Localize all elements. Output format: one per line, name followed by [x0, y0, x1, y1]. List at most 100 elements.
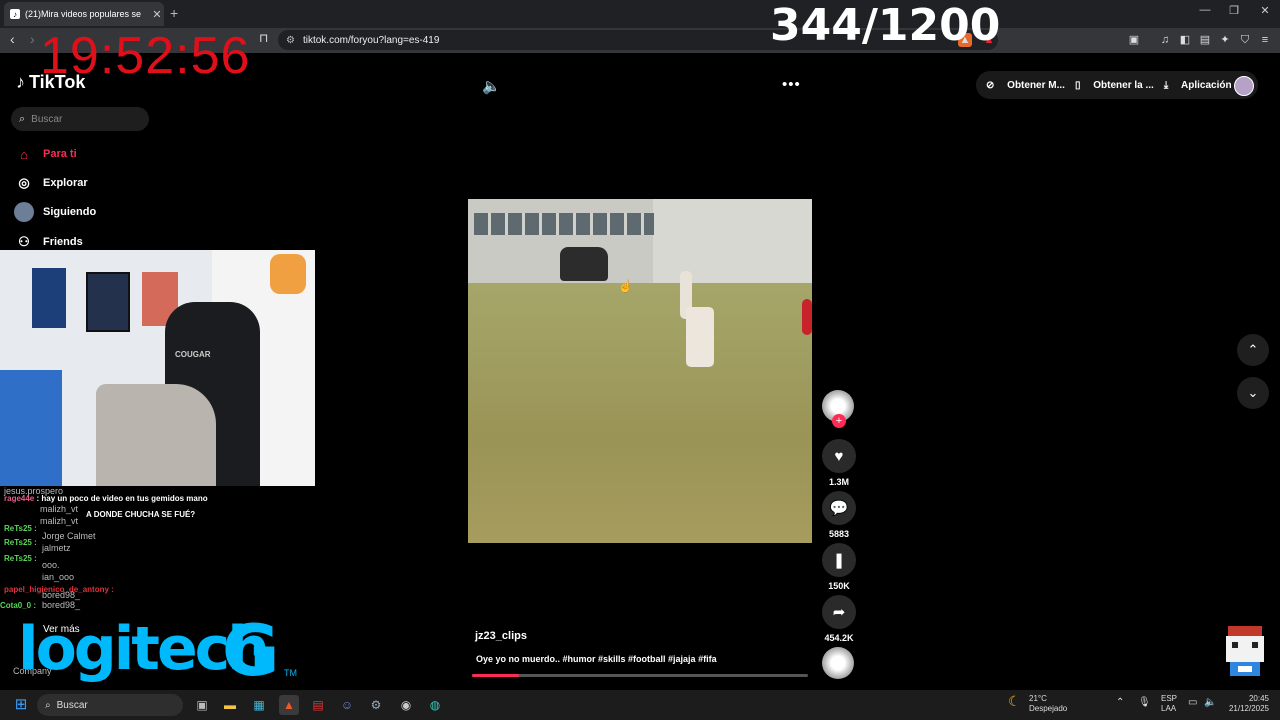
profile-avatar[interactable]	[1234, 76, 1254, 96]
more-options-icon[interactable]: •••	[782, 76, 801, 93]
compass-icon: ◎	[18, 175, 30, 190]
chat-message: malizh_vt	[40, 504, 79, 514]
video-app-icon[interactable]: ▤	[308, 695, 328, 715]
weather-temp: 21°C	[1029, 694, 1047, 703]
heart-icon: ♥	[834, 447, 844, 465]
wallet-icon[interactable]: ▤	[1198, 33, 1212, 47]
media-icon[interactable]: ♫	[1158, 33, 1172, 47]
previous-video-button[interactable]: ⌃	[1237, 334, 1269, 366]
brave-browser-icon[interactable]: ▲	[279, 695, 299, 715]
music-disc[interactable]	[822, 647, 854, 679]
task-view-icon[interactable]: ▣	[192, 695, 212, 715]
save-button[interactable]: ❚	[822, 543, 856, 577]
app-icon[interactable]: ◍	[425, 695, 445, 715]
store-icon[interactable]: ▦	[249, 695, 269, 715]
chat-message: bored98_	[42, 590, 81, 600]
taskbar-time: 20:45	[1248, 694, 1269, 703]
discord-icon[interactable]: ☺	[337, 695, 357, 715]
leo-ai-icon[interactable]: ✦	[1218, 33, 1232, 47]
weather-icon[interactable]: ☾	[1008, 694, 1021, 708]
get-coins-button[interactable]: ⊘ Obtener M...	[986, 80, 1065, 91]
minimize-icon[interactable]: —	[1190, 4, 1220, 22]
share-icon: ➦	[832, 604, 846, 621]
share-button[interactable]: ➦	[822, 595, 856, 629]
chat-user: Cota0_0 :	[0, 601, 37, 610]
nav-explore[interactable]: ◎ Explorar	[14, 172, 88, 194]
vpn-icon[interactable]: ⛉	[1238, 33, 1252, 47]
volume-icon[interactable]: 🔈	[482, 77, 501, 95]
chat-message: bored98_	[42, 600, 81, 610]
screenshot-icon[interactable]: ▣	[1127, 33, 1141, 47]
chat-user: ReTs25 :	[4, 538, 37, 547]
maximize-icon[interactable]: ❐	[1219, 4, 1249, 22]
comment-button[interactable]: 💬	[822, 491, 856, 525]
nav-following[interactable]: Siguiendo	[14, 201, 96, 223]
video-description: Oye yo no muerdo.. #humor #skills #footb…	[476, 654, 717, 664]
video-progress-bar[interactable]	[472, 674, 808, 677]
speaker-icon[interactable]: 🔈	[1204, 698, 1216, 708]
back-icon[interactable]: ‹	[10, 31, 15, 47]
new-tab-button[interactable]: +	[170, 5, 178, 21]
taskbar-search[interactable]: ⌕ Buscar	[37, 694, 183, 716]
nav-for-you[interactable]: ⌂ Para ti	[14, 143, 77, 165]
browser-tab[interactable]: ♪ (21)Mira videos populares se ✕	[4, 2, 164, 26]
obs-icon[interactable]: ◉	[396, 695, 416, 715]
windows-start-icon[interactable]: ⊞	[11, 695, 31, 715]
settings-icon[interactable]: ⚙	[366, 695, 386, 715]
video-bags	[560, 247, 608, 281]
network-icon[interactable]: ▭	[1188, 698, 1197, 708]
nav-label: Explorar	[43, 177, 88, 189]
close-tab-icon[interactable]: ✕	[150, 8, 164, 21]
chevron-down-icon: ⌄	[1247, 385, 1259, 400]
file-explorer-icon[interactable]: ▬	[220, 695, 240, 715]
pixel-avatar-icon	[1226, 626, 1264, 676]
language-indicator[interactable]: ESP LAA	[1161, 694, 1177, 714]
like-count: 1.3M	[828, 477, 849, 487]
sidebar-icon[interactable]: ◧	[1178, 33, 1192, 47]
chair-brand: COUGAR	[175, 350, 211, 359]
logitech-g-logo: G	[222, 610, 280, 692]
video-wall-right	[653, 199, 812, 283]
see-more-link[interactable]: Ver más	[43, 624, 80, 635]
webcam-toy	[270, 254, 306, 294]
share-count: 454.2K	[824, 633, 854, 643]
chat-user: ReTs25 :	[4, 524, 37, 533]
tray-chevron-icon[interactable]: ⌃	[1116, 698, 1124, 708]
chevron-up-icon: ⌃	[1247, 342, 1259, 357]
comment-icon: 💬	[829, 500, 849, 517]
like-button[interactable]: ♥	[822, 439, 856, 473]
menu-icon[interactable]: ≡	[1258, 33, 1272, 47]
tiktok-logo[interactable]: ♪ TikTok	[16, 72, 85, 93]
company-link[interactable]: Company	[13, 666, 52, 676]
microphone-icon[interactable]: 🎙	[1138, 698, 1151, 708]
chat-message: Jorge Calmet	[42, 531, 96, 541]
forward-icon[interactable]: ›	[30, 31, 35, 47]
site-info-icon[interactable]: ⚙	[286, 35, 295, 46]
save-count: 150K	[828, 581, 850, 591]
search-input[interactable]: ⌕ Buscar	[11, 107, 149, 131]
chat-user: rage44e	[4, 494, 35, 503]
top-actions: ⊘ Obtener M... ▯ Obtener la ... ⤓ Aplica…	[976, 71, 1258, 99]
close-window-icon[interactable]: ✕	[1250, 4, 1280, 22]
taskbar-search-label: Buscar	[56, 699, 88, 711]
clock-widget[interactable]: 20:45 21/12/2025	[1227, 694, 1269, 714]
next-video-button[interactable]: ⌄	[1237, 377, 1269, 409]
player-figure	[686, 307, 714, 367]
chat-message: malizh_vt	[40, 516, 79, 526]
webcam-figure	[0, 370, 62, 486]
player-figure	[802, 299, 812, 335]
follow-plus-icon[interactable]: +	[832, 414, 846, 428]
get-app-button[interactable]: ▯ Obtener la ...	[1075, 80, 1154, 91]
weather-widget[interactable]: 21°C Despejado	[1029, 694, 1067, 714]
webcam-poster	[86, 272, 130, 332]
webcam-feed: COUGAR	[0, 250, 315, 486]
webcam-poster	[32, 268, 66, 328]
weather-desc: Despejado	[1029, 704, 1068, 713]
video-author[interactable]: jz23_clips	[475, 630, 527, 642]
bookmark-icon[interactable]: ⊓	[259, 31, 268, 45]
desktop-app-button[interactable]: ⤓ Aplicación ...	[1164, 80, 1243, 91]
video-progress-fill	[472, 674, 520, 677]
video-player[interactable]: ☝	[468, 199, 812, 543]
nav-label: Siguiendo	[43, 206, 97, 218]
chat-message: ian_ooo	[42, 572, 75, 582]
